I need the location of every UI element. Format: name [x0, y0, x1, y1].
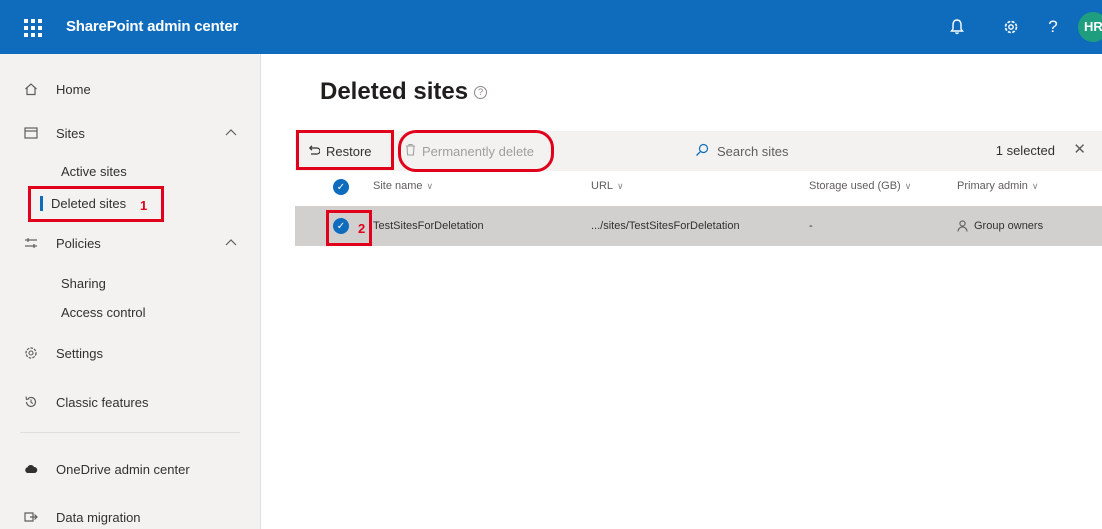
primary-admin-value: Group owners [974, 220, 1044, 232]
bell-icon[interactable] [944, 14, 970, 40]
search-input[interactable]: Search sites [695, 137, 975, 165]
column-header-primary-admin[interactable]: Primary admin ∨ [957, 180, 1039, 192]
nav-sites[interactable]: Sites [0, 116, 261, 150]
app-launcher-icon[interactable] [22, 17, 42, 37]
nav-access-control[interactable]: Access control [61, 305, 146, 320]
cell-storage: - [809, 220, 813, 232]
nav-home-label: Home [56, 81, 91, 97]
page-title-text: Deleted sites [320, 78, 469, 105]
nav-policies-label: Policies [56, 235, 101, 251]
search-icon [695, 143, 709, 160]
checkmark-icon: ✓ [333, 179, 349, 195]
nav-sites-label: Sites [56, 125, 85, 141]
nav-divider [20, 432, 240, 433]
info-icon[interactable]: ? [474, 86, 488, 100]
annotation-step-2: 2 [358, 221, 366, 236]
chevron-down-icon: ∨ [1031, 180, 1039, 191]
column-header-site-name[interactable]: Site name ∨ [373, 180, 433, 192]
person-icon [957, 220, 968, 232]
nav-onedrive-admin-center-label: OneDrive admin center [56, 461, 190, 477]
chevron-down-icon: ∨ [904, 180, 912, 191]
column-label: Site name [373, 180, 423, 192]
nav-data-migration-label: Data migration [56, 509, 141, 525]
chevron-up-icon[interactable] [225, 235, 237, 249]
cell-url: .../sites/TestSitesForDeletation [591, 220, 740, 232]
home-icon [20, 82, 42, 96]
page-title: Deleted sites? [320, 78, 488, 106]
chevron-up-icon[interactable] [225, 125, 237, 139]
left-nav: Home Sites Active sites Deleted sites Po… [0, 54, 261, 529]
column-label: Primary admin [957, 180, 1028, 192]
column-label: URL [591, 180, 614, 192]
annotation-box-restore [296, 130, 394, 170]
nav-settings[interactable]: Settings [0, 336, 261, 370]
nav-data-migration[interactable]: Data migration [0, 500, 261, 529]
help-icon[interactable]: ? [1040, 14, 1066, 40]
cloud-icon [20, 464, 42, 474]
avatar[interactable]: HR [1078, 12, 1102, 42]
nav-policies[interactable]: Policies [0, 226, 261, 260]
nav-sharing[interactable]: Sharing [61, 276, 106, 291]
history-icon [20, 395, 42, 409]
search-placeholder: Search sites [717, 143, 789, 159]
table-header: ✓ Site name ∨ URL ∨ Storage used (GB) ∨ Pri… [295, 172, 1102, 202]
column-header-url[interactable]: URL ∨ [591, 180, 624, 192]
cell-primary-admin: Group owners [957, 220, 1043, 232]
chevron-down-icon: ∨ [617, 180, 624, 191]
gear-icon [20, 346, 42, 360]
nav-classic-features[interactable]: Classic features [0, 385, 261, 419]
column-header-storage[interactable]: Storage used (GB) ∨ [809, 180, 911, 192]
app-title[interactable]: SharePoint admin center [66, 18, 238, 35]
nav-active-sites[interactable]: Active sites [61, 164, 127, 179]
annotation-step-1: 1 [140, 198, 148, 213]
column-label: Storage used (GB) [809, 180, 901, 192]
migration-icon [20, 511, 42, 523]
annotation-box-permanently-delete [398, 130, 554, 172]
sites-icon [20, 127, 42, 139]
policies-icon [20, 237, 42, 249]
nav-classic-features-label: Classic features [56, 394, 149, 410]
close-icon[interactable]: ✕ [1073, 140, 1086, 158]
table-row[interactable]: ✓ TestSitesForDeletation .../sites/TestS… [295, 206, 1102, 246]
cell-site-name[interactable]: TestSitesForDeletation [373, 220, 484, 232]
nav-settings-label: Settings [56, 345, 103, 361]
chevron-down-icon: ∨ [426, 180, 434, 191]
selected-count: 1 selected [995, 143, 1055, 158]
nav-home[interactable]: Home [0, 72, 261, 106]
suite-bar: SharePoint admin center ? HR [0, 0, 1102, 54]
gear-icon[interactable] [998, 14, 1024, 40]
select-all-checkbox[interactable]: ✓ [333, 179, 349, 195]
nav-onedrive-admin-center[interactable]: OneDrive admin center [0, 452, 261, 486]
